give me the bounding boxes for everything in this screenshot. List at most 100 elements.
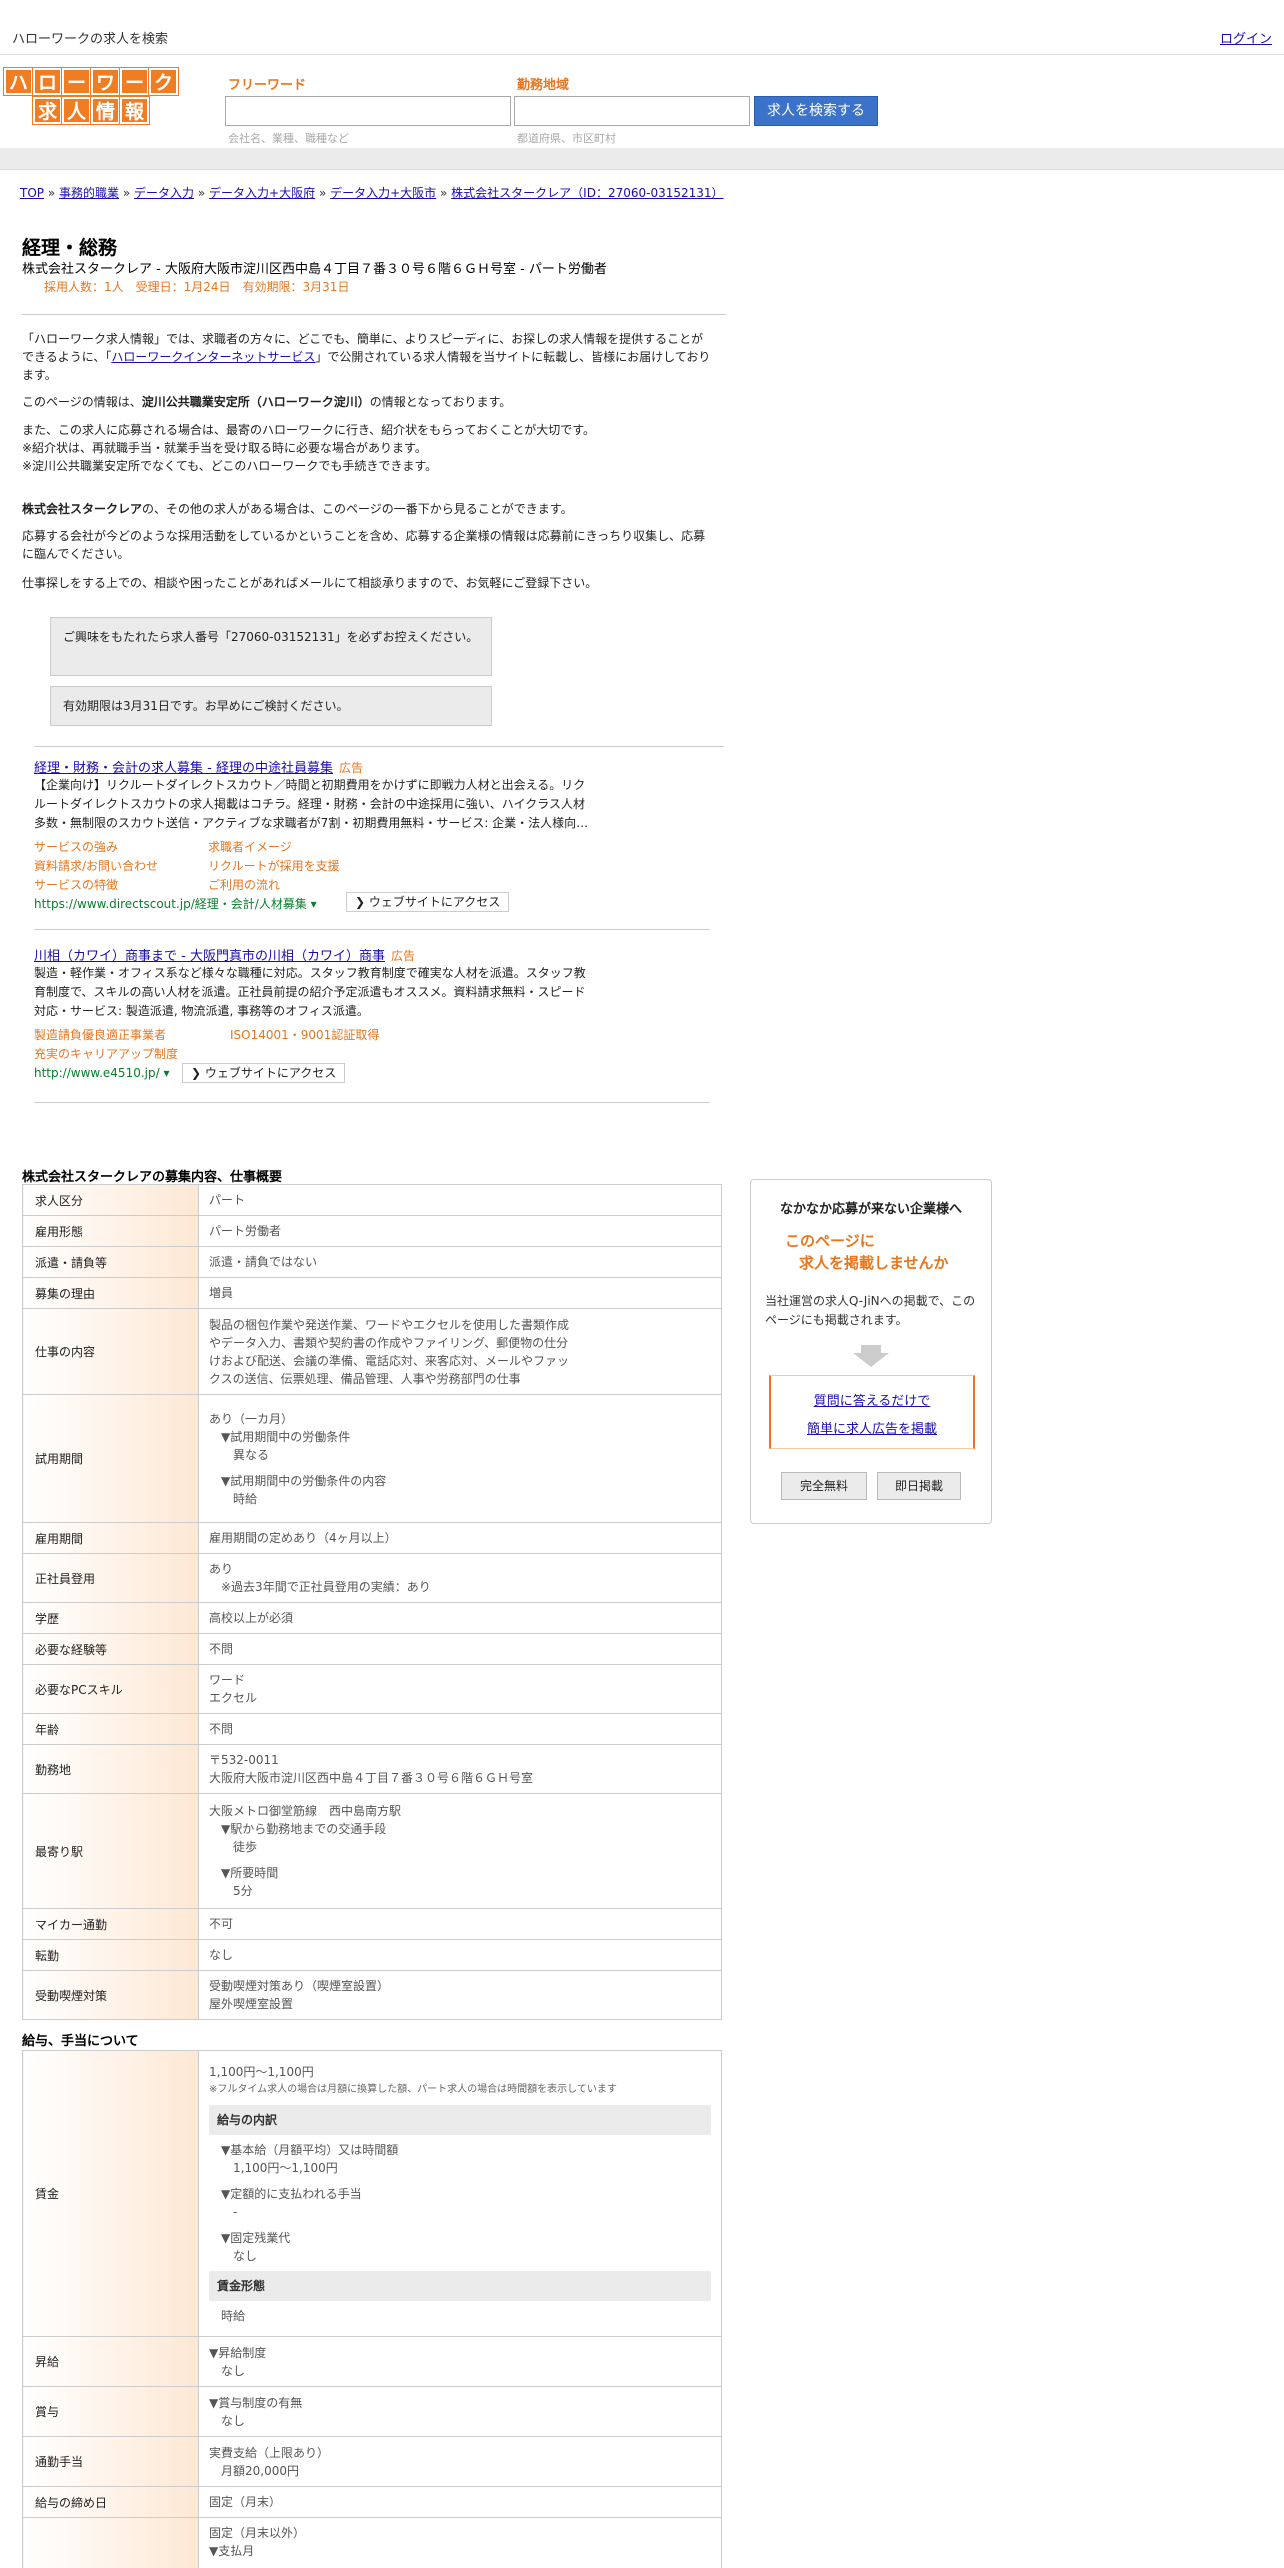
ad-sitelink[interactable]: 資料請求/お問い合わせ <box>34 857 158 874</box>
ad-sitelink[interactable]: ご利用の流れ <box>208 876 280 893</box>
row-label: 必要なPCスキル <box>22 1664 199 1714</box>
sidebar-link[interactable]: 簡単に求人広告を掲載 <box>771 1418 973 1437</box>
row-label: マイカー通勤 <box>22 1908 199 1940</box>
breadcrumb-separator: » <box>440 186 448 200</box>
value-line: クスの送信、伝票処理、備品管理、人事や労務部門の仕事 <box>209 1371 521 1386</box>
row-value: 1,100円〜1,100円 ※フルタイム求人の場合は月額に換算した額、パート求人… <box>198 2050 722 2337</box>
area-input[interactable] <box>514 96 750 126</box>
free-badge-button[interactable]: 完全無料 <box>781 1472 867 1500</box>
job-meta: 採用人数：1人 受理日：1月24日 有効期限：3月31日 <box>44 280 350 294</box>
row-value: 不可 <box>198 1908 722 1940</box>
breadcrumb-link[interactable]: データ入力 <box>134 186 194 200</box>
row-value: 派遣・請負ではない <box>198 1246 722 1278</box>
login-link[interactable]: ログイン <box>1220 28 1272 47</box>
value-line: 固定（月末） <box>209 2495 282 2509</box>
table-row: 学歴 高校以上が必須 <box>22 1602 722 1634</box>
breadcrumb-link[interactable]: 株式会社スタークレア（ID：27060-03152131） <box>451 186 723 200</box>
breadcrumb: TOP » 事務的職業 » データ入力 » データ入力+大阪府 » データ入力+… <box>20 184 724 201</box>
table-row: 派遣・請負等 派遣・請負ではない <box>22 1246 722 1278</box>
value-line: 異なる <box>233 1447 270 1462</box>
logo-char: 求 <box>32 96 63 125</box>
table-row: 仕事の内容 製品の梱包作業や発送作業、ワードやエクセルを使用した書類作成 やデー… <box>22 1308 722 1395</box>
search-button[interactable]: 求人を検索する <box>754 96 878 126</box>
job-number-notice: ご興味をもたれたら求人番号「27060-03152131」を必ずお控えください。 <box>50 617 492 676</box>
value-line: 雇用期間の定めあり（4ヶ月以上） <box>209 1531 397 1545</box>
divider <box>34 1102 710 1103</box>
table-row: 必要な経験等 不問 <box>22 1633 722 1665</box>
ad-title-link[interactable]: 経理・財務・会計の求人募集 - 経理の中途社員募集 <box>34 761 333 776</box>
row-value: 雇用期間の定めあり（4ヶ月以上） <box>198 1522 722 1554</box>
divider <box>22 314 726 315</box>
hellowork-internet-link[interactable]: ハローワークインターネットサービス <box>111 350 315 364</box>
value-line: ▼支払月 <box>209 2544 255 2558</box>
table-row: 昇給 ▼昇給制度 なし <box>22 2336 722 2387</box>
row-value: ワード エクセル <box>198 1664 722 1714</box>
value-line: 増員 <box>209 1286 234 1300</box>
ad-url[interactable]: http://www.e4510.jp/ ▾ <box>34 1066 170 1080</box>
ad-sitelink[interactable]: ISO14001・9001認証取得 <box>230 1026 379 1043</box>
breakdown-header: 給与の内訳 <box>209 2104 711 2135</box>
logo-char: ハ <box>3 67 34 96</box>
value-line: パート労働者 <box>209 1224 282 1238</box>
intro-paragraph: 「ハローワーク求人情報」では、求職者の方々に、どこでも、簡単に、よりスピーディに… <box>22 330 712 384</box>
ad-sitelink[interactable]: 求職者イメージ <box>208 838 292 855</box>
header-band <box>0 148 1284 170</box>
ad-sitelink[interactable]: サービスの強み <box>34 838 118 855</box>
top-bar: ハローワークの求人を検索 ログイン <box>0 0 1284 55</box>
table-row: 受動喫煙対策 受動喫煙対策あり（喫煙室設置） 屋外喫煙室設置 <box>22 1970 722 2020</box>
value-line: ▼駅から勤務地までの交通手段 <box>221 1822 387 1836</box>
value-line: 徒歩 <box>233 1840 258 1854</box>
breadcrumb-link[interactable]: データ入力+大阪市 <box>330 186 436 200</box>
row-label: 昇給 <box>22 2336 199 2387</box>
ad-sitelink[interactable]: リクルートが採用を支援 <box>208 857 340 874</box>
section-title: 給与、手当について <box>22 2034 139 2049</box>
ad-title-link[interactable]: 川相（カワイ）商事まで - 大阪門真市の川相（カワイ）商事 <box>34 949 385 964</box>
freeword-input[interactable] <box>225 96 511 126</box>
value-line: 月額20,000円 <box>221 2463 299 2478</box>
visit-website-button[interactable]: ❯ ウェブサイトにアクセス <box>346 892 510 912</box>
ad-url[interactable]: https://www.directscout.jp/経理・会計/人材募集 ▾ <box>34 895 317 912</box>
ad-sitelink[interactable]: 製造請負優良適正事業者 <box>34 1026 166 1043</box>
value-line: 製品の梱包作業や発送作業、ワードやエクセルを使用した書類作成 <box>209 1317 570 1332</box>
breadcrumb-link[interactable]: データ入力+大阪府 <box>209 186 315 200</box>
intro-paragraph: 株式会社スタークレアの、その他の求人がある場合は、このページの一番下から見ること… <box>22 500 712 518</box>
table-row: 正社員登用 あり ※過去3年間で正社員登用の実績：あり <box>22 1553 722 1603</box>
wage-form-header: 賃金形態 <box>209 2270 711 2301</box>
table-row: 通勤手当 実費支給（上限あり） 月額20,000円 <box>22 2436 722 2487</box>
caret-down-icon: ▾ <box>310 897 317 911</box>
breadcrumb-link[interactable]: TOP <box>20 186 44 200</box>
ad-sitelink[interactable]: サービスの特徴 <box>34 876 118 893</box>
site-logo[interactable]: ハ ロ ー ワ ー ク 求 人 情 報 <box>3 67 180 125</box>
value-line: ▼試用期間中の労働条件の内容 <box>221 1473 387 1488</box>
logo-char: ク <box>148 67 179 96</box>
row-label: 給与の締め日 <box>22 2486 199 2518</box>
value-line: 大阪府大阪市淀川区西中島４丁目７番３０号６階６ＧＨ号室 <box>209 1771 534 1785</box>
value-line: 時給 <box>221 2308 246 2323</box>
row-label: 仕事の内容 <box>22 1308 199 1395</box>
row-label: 年齢 <box>22 1713 199 1745</box>
row-label: 賃金 <box>22 2050 199 2337</box>
ad-url-text[interactable]: http://www.e4510.jp/ <box>34 1066 160 1080</box>
sidebar-link[interactable]: 質問に答えるだけで <box>771 1390 973 1409</box>
value-line: 実費支給（上限あり） <box>209 2445 330 2460</box>
ad-text: 製造・軽作業・オフィス系など様々な職種に対応。スタッフ教育制度で確実な人材を派遣… <box>34 966 586 980</box>
ad-url-text[interactable]: https://www.directscout.jp/経理・会計/人材募集 <box>34 897 307 911</box>
row-label: 試用期間 <box>22 1394 199 1523</box>
row-label: 学歴 <box>22 1602 199 1634</box>
breadcrumb-link[interactable]: 事務的職業 <box>59 186 119 200</box>
visit-website-button[interactable]: ❯ ウェブサイトにアクセス <box>182 1063 346 1083</box>
same-day-button[interactable]: 即日掲載 <box>877 1472 961 1500</box>
value-line: 5分 <box>233 1884 253 1898</box>
value-line: なし <box>221 2413 246 2428</box>
table-row: 試用期間 あり（一カ月） ▼試用期間中の労働条件 異なる ▼試用期間中の労働条件… <box>22 1394 722 1523</box>
value-line: 大阪メトロ御堂筋線 西中島南方駅 <box>209 1804 402 1818</box>
value-line: パート <box>209 1193 246 1207</box>
table-row: 雇用形態 パート労働者 <box>22 1215 722 1247</box>
row-label <box>22 2517 199 2568</box>
ad-sitelink[interactable]: 充実のキャリアアップ制度 <box>34 1045 178 1062</box>
table-row: 賃金 1,100円〜1,100円 ※フルタイム求人の場合は月額に換算した額、パー… <box>22 2050 722 2337</box>
freeword-hint: 会社名、業種、職種など <box>228 132 349 145</box>
row-value: 不問 <box>198 1633 722 1665</box>
table-row: 転勤 なし <box>22 1939 722 1971</box>
value-line: 派遣・請負ではない <box>209 1255 318 1269</box>
